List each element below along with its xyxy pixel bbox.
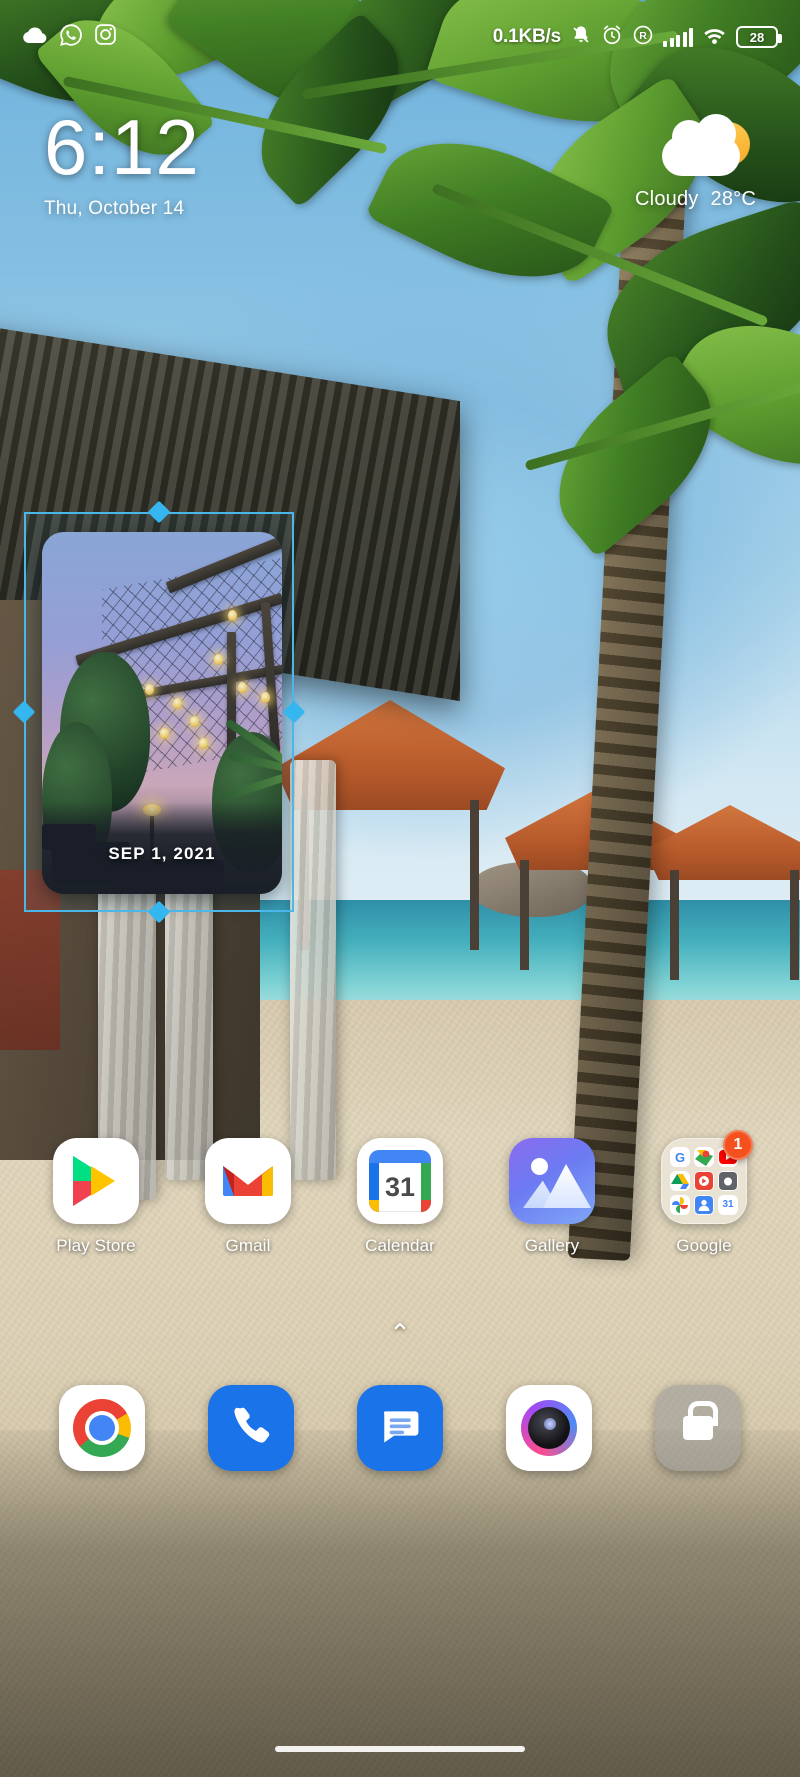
folder-app-drive (670, 1171, 690, 1191)
dock-phone[interactable] (208, 1385, 295, 1471)
folder-badge-count: 1 (723, 1130, 753, 1160)
dock-camera[interactable] (505, 1385, 592, 1471)
alarm-icon (601, 24, 623, 51)
chrome-icon (73, 1399, 132, 1457)
svg-text:R: R (639, 30, 647, 42)
clock-time[interactable]: 6:12 (44, 108, 200, 186)
instagram-icon (94, 23, 117, 51)
folder-app-calendar: 31 (718, 1195, 738, 1215)
photo-widget[interactable]: SEP 1, 2021 (12, 500, 306, 924)
clock-date[interactable]: Thu, October 14 (44, 198, 200, 220)
wallpaper-canopy (0, 0, 800, 560)
partly-cloudy-icon (660, 114, 756, 182)
network-speed-label: 0.1KB/s (492, 26, 562, 47)
app-grid: Play Store Gmail 31 Calendar Gallery G 3… (0, 1130, 800, 1256)
folder-app-duo (694, 1171, 714, 1191)
app-label: Google (676, 1236, 732, 1255)
weather-text: Cloudy 28°C (635, 188, 756, 211)
weather-temp-label: 28°C (710, 188, 756, 210)
gallery-icon[interactable] (509, 1138, 595, 1224)
phone-icon (228, 1403, 274, 1454)
dock-messages[interactable] (356, 1385, 443, 1471)
camera-icon (520, 1400, 577, 1456)
wallpaper-curtain (290, 760, 336, 1180)
whatsapp-icon (59, 23, 83, 52)
lock-icon (682, 1401, 718, 1440)
folder-app-maps (694, 1147, 714, 1167)
app-label: Gmail (225, 1236, 271, 1255)
battery-icon: 28 (736, 26, 782, 48)
roaming-icon: R (632, 24, 654, 51)
wallpaper-post (520, 860, 529, 970)
wifi-icon (702, 25, 727, 50)
messages-icon (377, 1403, 423, 1454)
clock-block[interactable]: 6:12 Thu, October 14 (44, 108, 200, 220)
google-folder-icon[interactable]: G 31 1 (661, 1130, 753, 1224)
folder-preview-grid: G 31 (670, 1147, 738, 1215)
cloud-shape (662, 114, 740, 176)
app-drawer-arrow[interactable]: ⌃ (0, 1318, 800, 1349)
calendar-icon[interactable]: 31 (357, 1138, 443, 1224)
app-label: Gallery (524, 1236, 580, 1255)
navigation-bar[interactable] (0, 1721, 800, 1777)
photo-date-label: SEP 1, 2021 (108, 844, 216, 863)
dock-lock[interactable] (654, 1385, 741, 1471)
folder-app-camera (718, 1171, 738, 1191)
app-folder-google[interactable]: G 31 1 Google (644, 1130, 764, 1256)
wallpaper-post (670, 870, 679, 980)
battery-level-label: 28 (749, 29, 765, 45)
folder-app-photos (670, 1195, 690, 1215)
dock-chrome[interactable] (59, 1385, 146, 1471)
wallpaper-post (470, 800, 479, 950)
app-calendar[interactable]: 31 Calendar (340, 1138, 460, 1256)
app-play-store[interactable]: Play Store (36, 1138, 156, 1256)
cloud-icon (22, 26, 48, 49)
app-label: Calendar (365, 1236, 435, 1255)
dock (0, 1385, 800, 1471)
clock-weather-widget[interactable]: 6:12 Thu, October 14 Cloudy 28°C (0, 108, 800, 220)
gmail-icon[interactable] (205, 1138, 291, 1224)
vibrate-mute-icon (570, 24, 592, 51)
weather-condition-label: Cloudy (635, 188, 699, 210)
folder-app-contacts (694, 1195, 714, 1215)
play-store-icon[interactable] (53, 1138, 139, 1224)
signal-bars-icon (663, 27, 693, 47)
status-bar[interactable]: 0.1KB/s R 28 (0, 0, 800, 74)
app-gmail[interactable]: Gmail (188, 1138, 308, 1256)
app-label: Play Store (56, 1236, 136, 1255)
app-gallery[interactable]: Gallery (492, 1138, 612, 1256)
chevron-up-icon[interactable]: ⌃ (389, 1318, 411, 1348)
weather-block[interactable]: Cloudy 28°C (635, 110, 756, 211)
wallpaper-post (790, 870, 799, 980)
wallpaper-rock (470, 862, 590, 917)
folder-app-google-search: G (670, 1147, 690, 1167)
status-bar-notifications[interactable] (22, 23, 117, 52)
status-bar-system[interactable]: 0.1KB/s R 28 (492, 24, 782, 51)
gesture-pill[interactable] (275, 1746, 525, 1752)
calendar-day-number: 31 (384, 1172, 416, 1202)
